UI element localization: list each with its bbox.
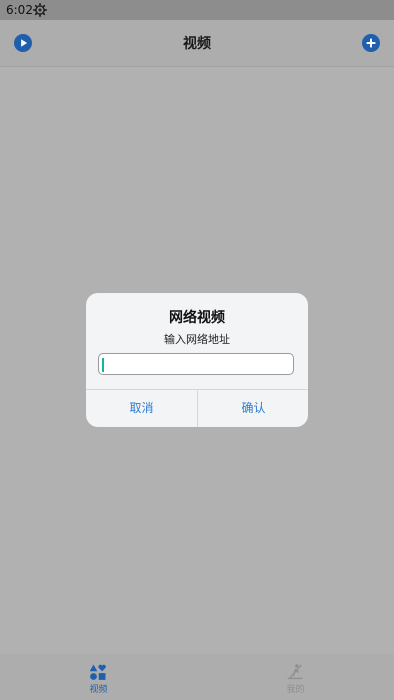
user-rowing-icon: [287, 664, 303, 680]
tab-video-label: 视频: [89, 685, 108, 695]
shapes-icon: [89, 664, 106, 680]
network-video-dialog: 网络视频 输入网络地址 取消 确认: [86, 293, 308, 427]
dialog-message: 输入网络地址: [164, 333, 230, 346]
app-header: 视频: [0, 20, 394, 67]
text-caret: [102, 358, 104, 372]
tab-video[interactable]: 视频: [0, 654, 197, 700]
gear-icon: [33, 3, 47, 17]
url-input[interactable]: [98, 353, 294, 375]
confirm-button[interactable]: 确认: [198, 390, 308, 427]
tab-mine[interactable]: 我的: [197, 654, 394, 700]
status-bar: 6:02: [0, 0, 394, 20]
status-time: 6:02: [6, 3, 33, 17]
cancel-button[interactable]: 取消: [86, 390, 197, 427]
tab-mine-label: 我的: [286, 685, 305, 695]
bottom-tab-bar: 视频 我的: [0, 654, 394, 700]
page-title: 视频: [183, 36, 211, 52]
plus-circle-icon[interactable]: [362, 34, 380, 52]
dialog-title: 网络视频: [169, 310, 225, 326]
